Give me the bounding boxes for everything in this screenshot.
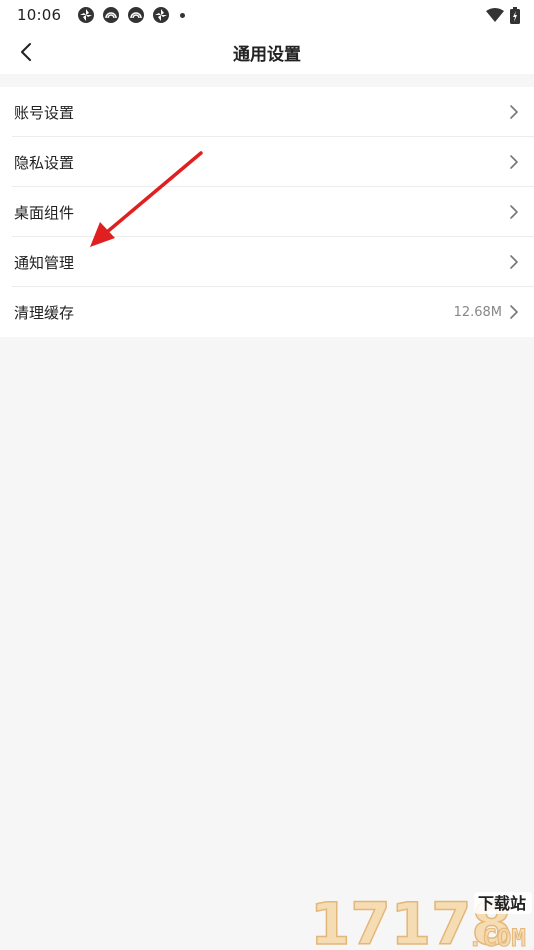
watermark-domain: .COM — [468, 924, 526, 950]
settings-list: 账号设置 隐私设置 桌面组件 通知管理 清理缓存 12.68M — [0, 87, 534, 337]
rainbow-icon — [103, 7, 120, 23]
privacy-settings-row[interactable]: 隐私设置 — [0, 137, 534, 187]
system-icons — [486, 6, 520, 24]
chevron-right-icon — [510, 105, 518, 119]
wifi-icon — [486, 8, 504, 22]
chevron-right-icon — [510, 305, 518, 319]
row-label: 清理缓存 — [14, 303, 75, 322]
rainbow-icon — [128, 7, 145, 23]
notification-management-row[interactable]: 通知管理 — [0, 237, 534, 287]
row-trailing — [506, 254, 520, 270]
status-time: 10:06 — [17, 6, 62, 24]
row-trailing — [506, 154, 520, 170]
chevron-right-icon — [510, 205, 518, 219]
app-header: 通用设置 — [0, 30, 534, 74]
row-label: 桌面组件 — [14, 203, 75, 222]
battery-charging-icon — [510, 6, 520, 24]
aperture-icon — [153, 7, 170, 23]
page-title: 通用设置 — [233, 44, 301, 65]
watermark-tagline: 下载站 — [478, 894, 526, 913]
chevron-left-icon — [21, 43, 31, 61]
account-settings-row[interactable]: 账号设置 — [0, 87, 534, 137]
notification-icons — [77, 6, 186, 24]
chevron-right-icon — [510, 255, 518, 269]
row-label: 通知管理 — [14, 253, 75, 272]
row-trailing — [506, 104, 520, 120]
settings-screen: 10:06 通用设置 账号设置 隐私设置 桌面组件 通知管理 清理缓存 12.6… — [0, 0, 534, 950]
chevron-right-icon — [510, 155, 518, 169]
more-notifications-dot — [180, 12, 186, 18]
desktop-widgets-row[interactable]: 桌面组件 — [0, 187, 534, 237]
clear-cache-row[interactable]: 清理缓存 12.68M — [0, 287, 534, 337]
aperture-icon — [78, 7, 95, 23]
row-label: 隐私设置 — [14, 153, 75, 172]
back-button[interactable] — [10, 36, 42, 68]
cache-size-value: 12.68M — [453, 304, 502, 320]
status-bar: 10:06 — [0, 0, 534, 30]
row-label: 账号设置 — [14, 103, 75, 122]
row-trailing — [506, 204, 520, 220]
site-watermark-logo: 17178 下载站 .COM — [309, 889, 532, 950]
row-trailing: 12.68M — [454, 304, 520, 320]
